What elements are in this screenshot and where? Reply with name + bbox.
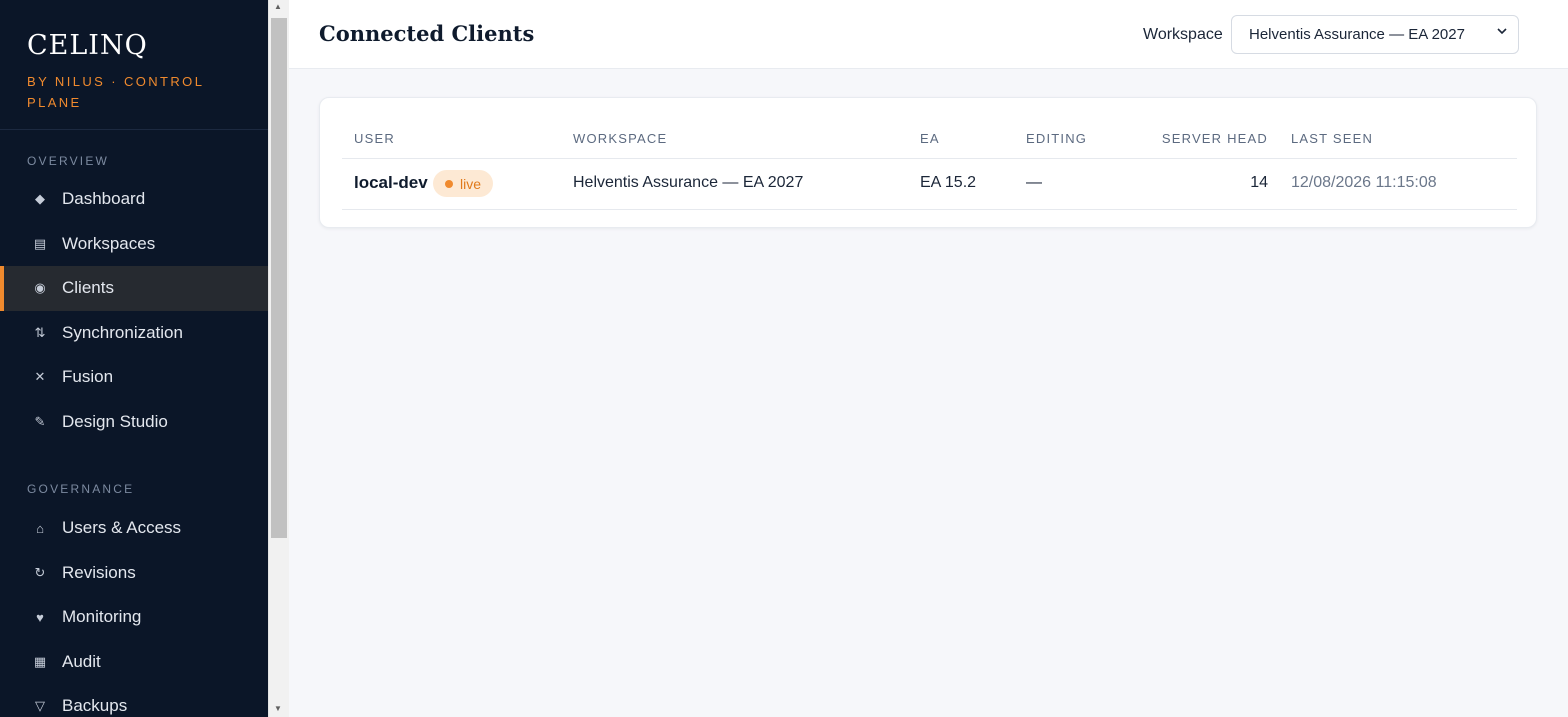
diamond-icon: ◆ [35,191,45,207]
sidebar-item-dashboard[interactable]: ◆ Dashboard [0,177,268,222]
sidebar-item-clients[interactable]: ◉ Clients [0,266,268,311]
table-header: USER WORKSPACE EA EDITING SERVER HEAD LA… [342,98,1517,159]
status-badge: live [433,170,494,197]
sidebar-item-revisions[interactable]: ↻ Revisions [0,551,268,596]
clients-table-card: USER WORKSPACE EA EDITING SERVER HEAD LA… [319,97,1537,228]
triangle-down-icon: ▽ [35,698,45,714]
sidebar-item-label: Dashboard [62,189,146,209]
sidebar-item-label: Audit [62,651,101,671]
sidebar-item-label: Workspaces [62,233,156,253]
sidebar-item-label: Design Studio [62,411,168,431]
scroll-up-arrow-icon[interactable]: ▲ [274,2,282,11]
heart-icon: ♥ [36,609,44,625]
workspace-select[interactable]: Helventis Assurance — EA 2027 [1231,15,1519,54]
status-badge-label: live [460,175,482,192]
client-user: local-dev [354,173,428,192]
client-last-seen: 12/08/2026 11:15:08 [1291,174,1437,191]
client-editing: — [1026,174,1042,191]
sidebar-item-design-studio[interactable]: ✎ Design Studio [0,400,268,445]
sidebar-item-label: Clients [62,278,114,298]
client-workspace: Helventis Assurance — EA 2027 [573,174,804,191]
brand-title: CELINQ [27,30,148,61]
sidebar-scrollbar[interactable]: ▲ ▼ [268,0,289,717]
sidebar-item-label: Revisions [62,562,136,582]
client-ea: EA 15.2 [920,174,977,191]
table-row[interactable]: local-dev live Helventis Assurance — EA … [342,159,1517,210]
workspace-select-value: Helventis Assurance — EA 2027 [1249,26,1465,43]
chevron-down-icon [1496,25,1508,40]
column-header-user: USER [354,131,395,146]
scrollbar-thumb[interactable] [271,18,287,538]
column-header-server-head: SERVER HEAD [1161,131,1268,146]
scroll-down-arrow-icon[interactable]: ▼ [274,704,282,713]
radio-dot-icon: ◉ [34,280,46,296]
list-icon: ▤ [33,235,47,251]
sidebar-item-label: Monitoring [62,607,142,627]
client-server-head: 14 [1250,174,1268,191]
home-icon: ⌂ [36,520,44,536]
sidebar-item-monitoring[interactable]: ♥ Monitoring [0,595,268,640]
sidebar-item-label: Synchronization [62,322,183,342]
brand-subtitle: BY NILUS · CONTROL PLANE [27,74,204,110]
topbar: Connected Clients Workspace Helventis As… [289,0,1568,69]
sidebar-item-label: Users & Access [62,518,182,538]
grid-icon: ▦ [33,653,47,669]
refresh-icon: ↻ [34,564,46,580]
sidebar-item-synchronization[interactable]: ⇅ Synchronization [0,311,268,356]
column-header-editing: EDITING [1026,131,1088,146]
workspace-label: Workspace [1143,26,1223,43]
column-header-last-seen: LAST SEEN [1291,131,1374,146]
status-dot-icon [445,179,453,188]
cross-icon: ✕ [34,369,46,385]
sidebar-item-backups[interactable]: ▽ Backups [0,684,268,717]
column-header-workspace: WORKSPACE [573,131,668,146]
sidebar-item-users-access[interactable]: ⌂ Users & Access [0,506,268,551]
nav-overview: ◆ Dashboard ▤ Workspaces ◉ Clients ⇅ Syn… [0,177,268,444]
sidebar-item-label: Backups [62,696,128,716]
sidebar-item-label: Fusion [62,367,114,387]
nav-governance: ⌂ Users & Access ↻ Revisions ♥ Monitorin… [0,506,268,717]
sidebar: CELINQ BY NILUS · CONTROL PLANE OVERVIEW… [0,0,268,717]
page-title: Connected Clients [319,21,535,46]
sidebar-item-fusion[interactable]: ✕ Fusion [0,355,268,400]
sidebar-item-audit[interactable]: ▦ Audit [0,640,268,685]
section-label-overview: OVERVIEW [27,154,110,168]
sync-arrows-icon: ⇅ [34,324,46,340]
brand: CELINQ BY NILUS · CONTROL PLANE [0,0,268,130]
section-label-governance: GOVERNANCE [27,482,135,496]
sidebar-item-workspaces[interactable]: ▤ Workspaces [0,222,268,267]
column-header-ea: EA [920,131,940,146]
pencil-icon: ✎ [34,413,46,429]
